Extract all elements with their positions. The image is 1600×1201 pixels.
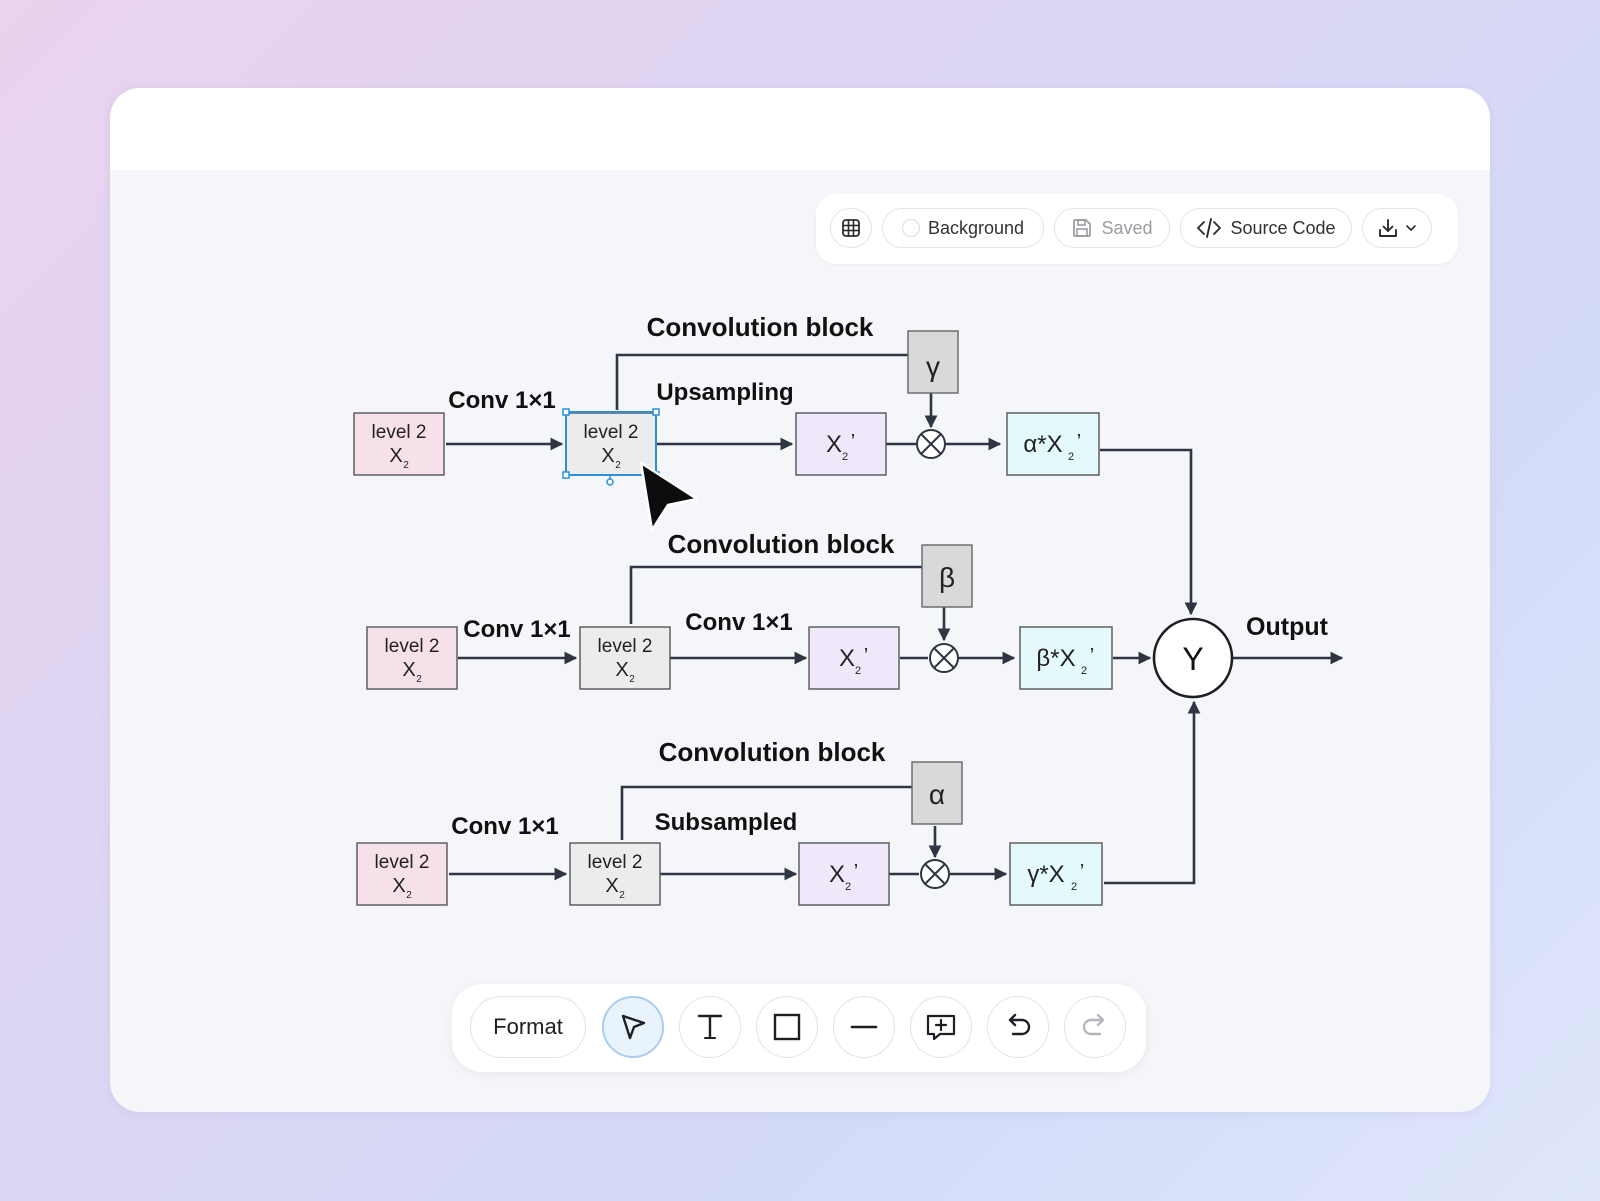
select-tool-button[interactable] xyxy=(602,996,664,1058)
sum-node-label: Y xyxy=(1182,641,1203,677)
input-node-var: X xyxy=(392,875,405,897)
input-node-var: X xyxy=(389,445,402,467)
output-label: Output xyxy=(1246,613,1329,641)
mid-node-var: X xyxy=(601,445,614,467)
feature-prime: ’ xyxy=(864,645,868,667)
pointer-icon xyxy=(621,1014,646,1040)
result-sub: 2 xyxy=(1068,451,1074,463)
result-prefix: γ*X xyxy=(1027,861,1064,888)
operation-label: Conv 1×1 xyxy=(685,609,792,636)
conv-label: Conv 1×1 xyxy=(451,813,558,840)
connector-r1-out[interactable] xyxy=(1100,448,1198,616)
result-prime: ’ xyxy=(1077,431,1081,453)
redo-button[interactable] xyxy=(1064,996,1126,1058)
mid-node-var: X xyxy=(615,659,628,681)
diagram-row-1: Convolution block Conv 1×1 Upsampling le… xyxy=(353,312,1100,486)
conv-label: Conv 1×1 xyxy=(463,616,570,643)
feature-sub: 2 xyxy=(855,665,861,677)
rectangle-tool-button[interactable] xyxy=(756,996,818,1058)
feature-var: X xyxy=(839,645,855,672)
feature-prime: ’ xyxy=(851,431,855,453)
input-node-label: level 2 xyxy=(375,852,430,873)
feature-var: X xyxy=(829,861,845,888)
multiply-icon xyxy=(916,429,946,459)
redo-icon xyxy=(1082,1013,1105,1036)
feature-var: X xyxy=(826,431,842,458)
mid-node-label: level 2 xyxy=(584,422,639,443)
connector-r3-out[interactable] xyxy=(1104,700,1201,885)
multiply-icon xyxy=(929,643,959,673)
feature-sub: 2 xyxy=(842,451,848,463)
convolution-block-label: Convolution block xyxy=(668,529,895,559)
mid-node-sub: 2 xyxy=(629,674,635,685)
result-prefix: α*X xyxy=(1023,431,1062,458)
input-node-var: X xyxy=(402,659,415,681)
weight-symbol: γ xyxy=(926,351,940,382)
mouse-cursor-icon xyxy=(639,461,699,532)
result-prefix: β*X xyxy=(1036,645,1075,672)
conv-label: Conv 1×1 xyxy=(448,387,555,414)
format-button[interactable]: Format xyxy=(470,996,586,1058)
input-node-label: level 2 xyxy=(372,422,427,443)
weight-symbol: α xyxy=(929,779,945,810)
mid-node-label: level 2 xyxy=(598,636,653,657)
input-node-sub: 2 xyxy=(403,460,409,471)
weight-symbol: β xyxy=(939,562,955,593)
undo-button[interactable] xyxy=(987,996,1049,1058)
comment-add-icon xyxy=(926,1014,956,1041)
diagram-row-2: Convolution block Conv 1×1 Conv 1×1 leve… xyxy=(366,529,1113,690)
operation-label: Subsampled xyxy=(655,809,798,836)
add-comment-button[interactable] xyxy=(910,996,972,1058)
mid-node-sub: 2 xyxy=(615,460,621,471)
operation-label: Upsampling xyxy=(656,379,793,406)
feature-sub: 2 xyxy=(845,881,851,893)
convolution-block-label: Convolution block xyxy=(659,737,886,767)
multiply-icon xyxy=(920,859,950,889)
result-prime: ’ xyxy=(1090,645,1094,667)
bottom-toolbar: Format xyxy=(452,984,1146,1072)
result-sub: 2 xyxy=(1071,881,1077,893)
line-icon xyxy=(850,1025,878,1029)
mid-node-sub: 2 xyxy=(619,890,625,901)
mid-node-var: X xyxy=(605,875,618,897)
input-node-sub: 2 xyxy=(416,674,422,685)
input-node-sub: 2 xyxy=(406,890,412,901)
diagram-row-3: Convolution block Conv 1×1 Subsampled le… xyxy=(356,737,1103,906)
line-tool-button[interactable] xyxy=(833,996,895,1058)
square-icon xyxy=(773,1013,801,1041)
text-icon xyxy=(697,1014,723,1040)
text-tool-button[interactable] xyxy=(679,996,741,1058)
undo-icon xyxy=(1008,1013,1031,1036)
mid-node-label: level 2 xyxy=(588,852,643,873)
feature-prime: ’ xyxy=(854,861,858,883)
input-node-label: level 2 xyxy=(385,636,440,657)
convolution-block-label: Convolution block xyxy=(647,312,874,342)
result-sub: 2 xyxy=(1081,665,1087,677)
result-prime: ’ xyxy=(1080,861,1084,883)
